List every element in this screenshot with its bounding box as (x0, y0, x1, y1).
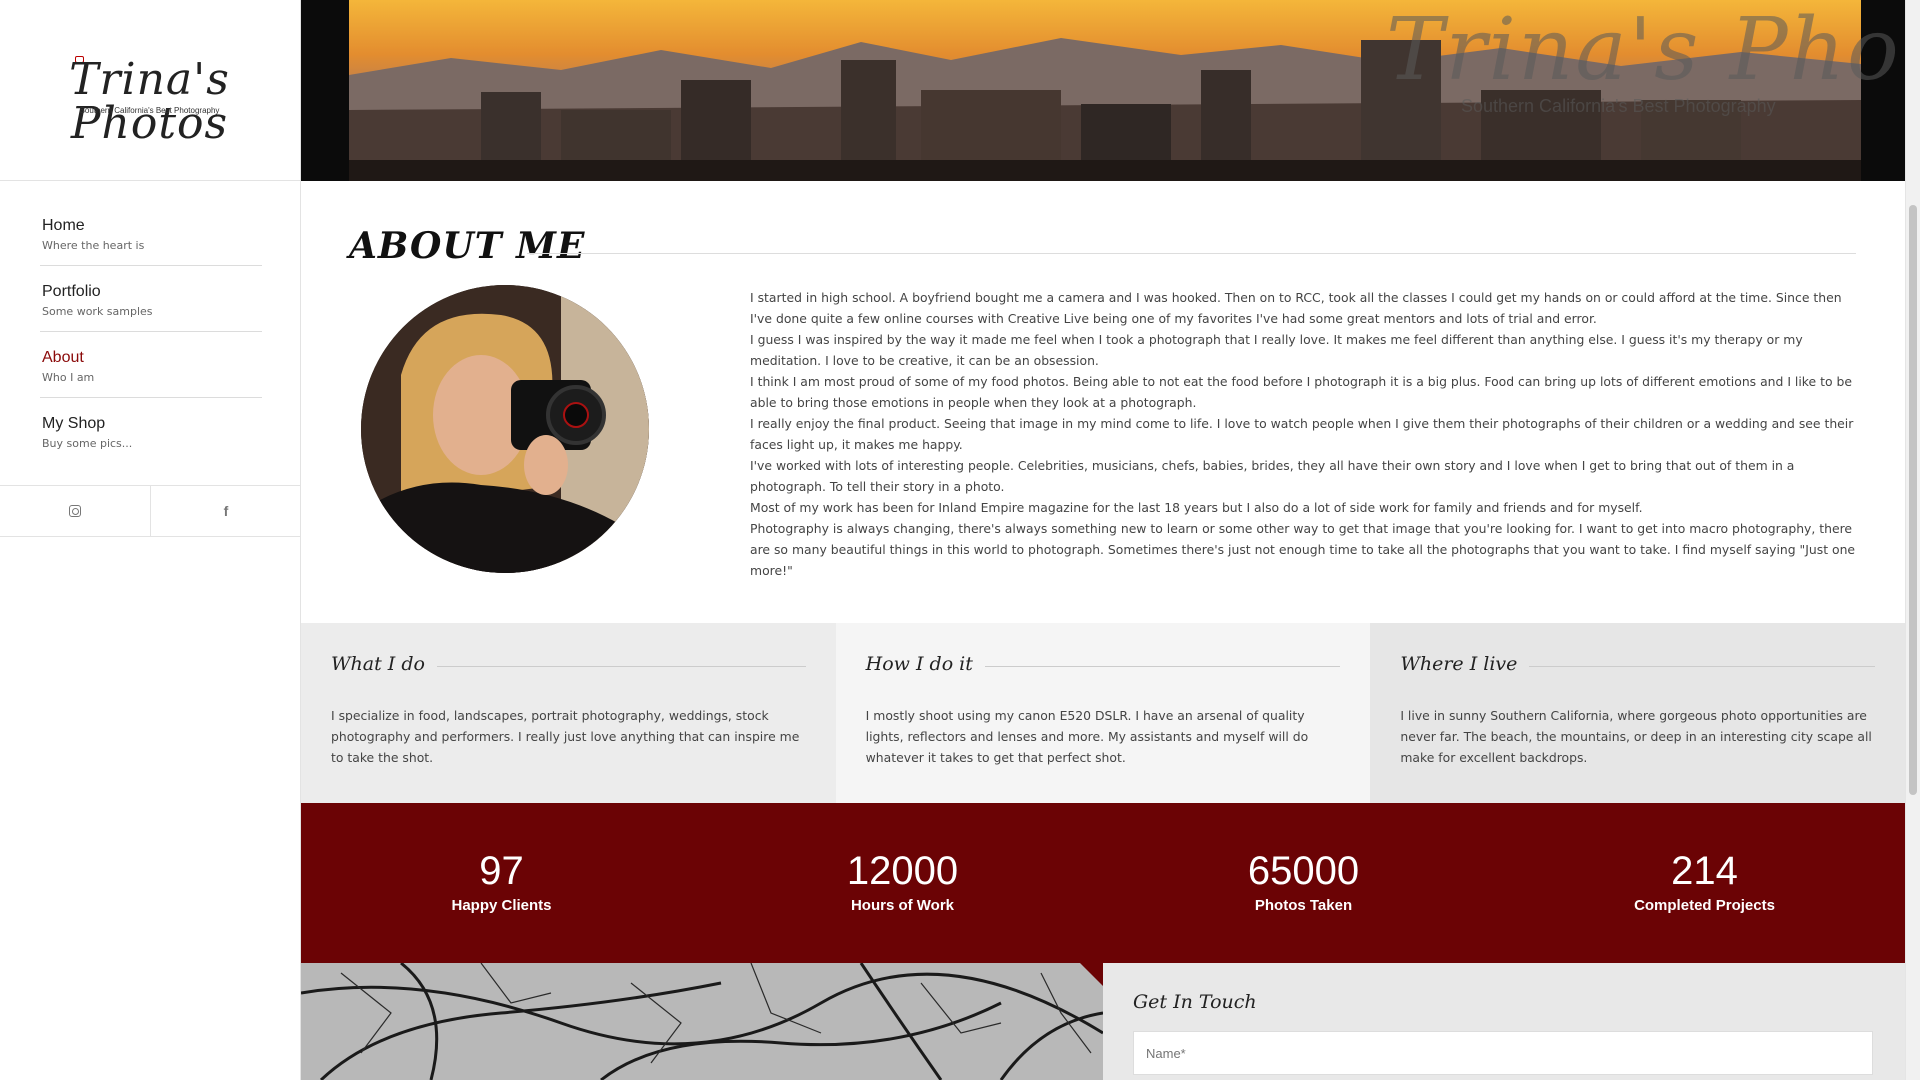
page-scrollbar[interactable] (1905, 0, 1920, 1080)
about-paragraph: I've worked with lots of interesting peo… (750, 458, 1795, 494)
page-title: ABOUT ME (349, 225, 586, 267)
contact-title: Get In Touch (1133, 991, 1257, 1013)
about-paragraph: I think I am most proud of some of my fo… (750, 374, 1852, 410)
instagram-icon (69, 505, 81, 517)
nav-item-my-shop[interactable]: My Shop Buy some pics... (40, 398, 262, 464)
main-content: Trina's Photos Southern California's Bes… (301, 0, 1905, 1080)
facebook-link[interactable]: f (150, 486, 301, 536)
instagram-link[interactable] (0, 486, 150, 536)
tree-branches-illustration (301, 963, 1103, 1080)
photographer-portrait-illustration (361, 285, 649, 573)
nav-item-home[interactable]: Home Where the heart is (40, 200, 262, 266)
feature-title: How I do it (865, 653, 985, 675)
nav-sublabel: Some work samples (42, 305, 153, 318)
feature-what-i-do: What I do I specialize in food, landscap… (301, 623, 836, 803)
feature-text: I live in sunny Southern California, whe… (1400, 708, 1872, 765)
nav-item-about[interactable]: About Who I am (40, 332, 262, 398)
nav-label: My Shop (42, 415, 106, 432)
feature-text: I specialize in food, landscapes, portra… (331, 708, 800, 765)
header-banner-image: Trina's Photos Southern California's Bes… (301, 0, 1905, 181)
scrollbar-thumb[interactable] (1909, 205, 1917, 795)
nav-label: Portfolio (42, 283, 101, 300)
feature-where-i-live: Where I live I live in sunny Southern Ca… (1370, 623, 1905, 803)
about-paragraph: I really enjoy the final product. Seeing… (750, 416, 1854, 452)
feature-divider (977, 666, 1341, 667)
stat-number: 65000 (1247, 849, 1360, 893)
stats-bar: 97 Happy Clients 12000 Hours of Work 650… (301, 803, 1905, 963)
social-links: f (0, 485, 301, 537)
name-input[interactable] (1133, 1031, 1873, 1075)
stat-happy-clients: 97 Happy Clients (301, 803, 702, 963)
banner-watermark-title: Trina's Photos (1386, 0, 1905, 100)
about-paragraph: I guess I was inspired by the way it mad… (750, 332, 1803, 368)
contact-form: Get In Touch (1103, 963, 1905, 1080)
logo-link[interactable]: Trina's Photos Southern California's Bes… (0, 0, 300, 181)
nav-sublabel: Who I am (42, 371, 95, 384)
stat-number: 12000 (846, 849, 959, 893)
sidebar: Trina's Photos Southern California's Bes… (0, 0, 301, 1080)
logo-tagline: Southern California's Best Photography (79, 106, 220, 115)
logo-title: Trina's Photos (69, 54, 230, 149)
nav-label: Home (42, 217, 85, 234)
feature-divider (431, 666, 806, 667)
facebook-icon: f (223, 503, 229, 519)
stat-photos-taken: 65000 Photos Taken (1103, 803, 1504, 963)
stat-label: Happy Clients (451, 897, 552, 914)
stat-label: Photos Taken (1254, 897, 1353, 914)
profile-photo (361, 285, 649, 573)
banner-watermark-subtitle: Southern California's Best Photography (1461, 96, 1776, 116)
nav-sublabel: Buy some pics... (42, 437, 133, 450)
stat-hours-of-work: 12000 Hours of Work (702, 803, 1103, 963)
about-paragraph: Photography is always changing, there's … (750, 521, 1856, 578)
feature-text: I mostly shoot using my canon E520 DSLR.… (865, 708, 1309, 765)
about-body: I started in high school. A boyfriend bo… (750, 287, 1856, 581)
nav-sublabel: Where the heart is (42, 239, 145, 252)
stat-completed-projects: 214 Completed Projects (1504, 803, 1905, 963)
main-nav: Home Where the heart is Portfolio Some w… (40, 200, 262, 464)
heading-divider (527, 253, 1856, 254)
stat-label: Hours of Work (850, 897, 955, 914)
features-section: What I do I specialize in food, landscap… (301, 623, 1905, 803)
nav-label: About (42, 349, 84, 366)
stat-number: 97 (479, 849, 524, 893)
feature-title: Where I live (1400, 653, 1530, 675)
stat-number: 214 (1671, 849, 1738, 893)
feature-title: What I do (331, 653, 437, 675)
tree-branches-photo (301, 963, 1103, 1080)
nav-item-portfolio[interactable]: Portfolio Some work samples (40, 266, 262, 332)
section-notch (1080, 963, 1103, 986)
feature-how-i-do-it: How I do it I mostly shoot using my cano… (835, 623, 1371, 803)
about-paragraph: I started in high school. A boyfriend bo… (750, 290, 1842, 326)
stat-label: Completed Projects (1634, 897, 1775, 914)
feature-divider (1522, 666, 1876, 667)
about-paragraph: Most of my work has been for Inland Empi… (750, 500, 1643, 515)
